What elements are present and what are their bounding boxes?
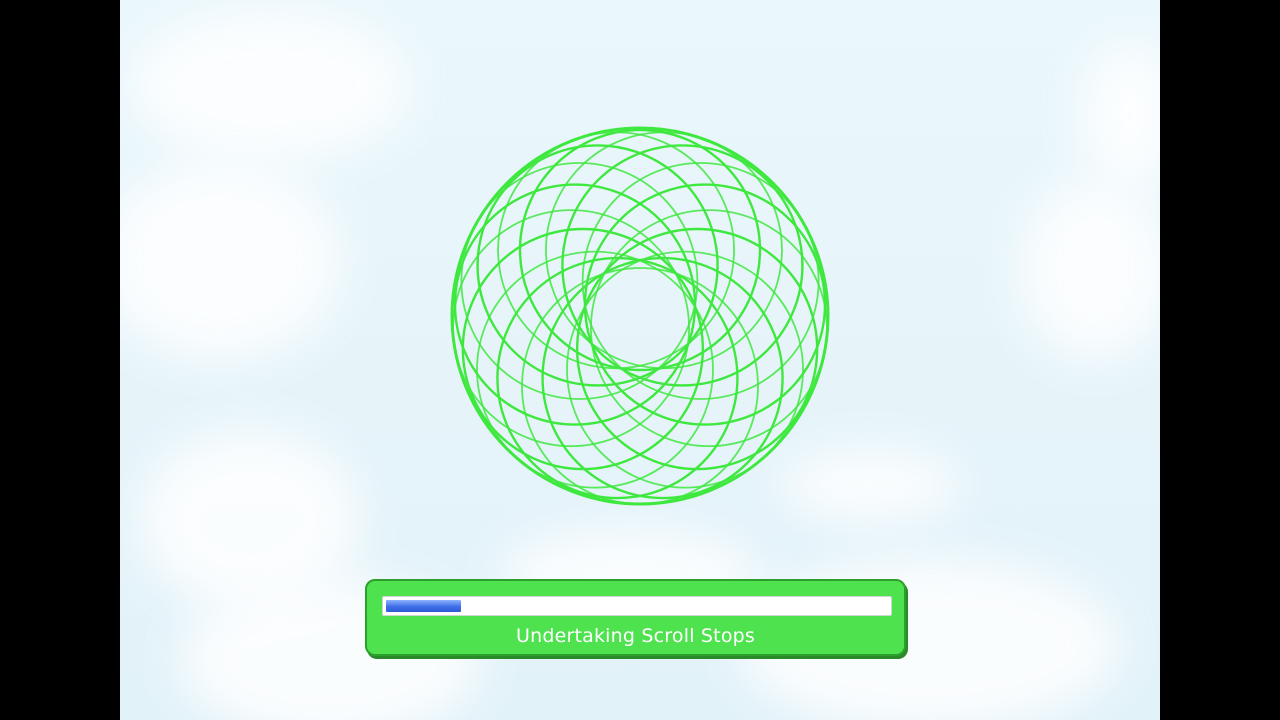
spirograph-loop bbox=[521, 267, 759, 505]
cloud bbox=[130, 10, 410, 160]
spirograph-loop bbox=[452, 209, 690, 448]
cloud bbox=[1020, 180, 1160, 360]
spirograph-graphic bbox=[450, 126, 830, 506]
spirograph-loop bbox=[497, 131, 735, 370]
game-viewport: Undertaking Scroll Stops bbox=[0, 0, 1280, 720]
loading-panel: Undertaking Scroll Stops bbox=[365, 579, 906, 656]
spirograph-loop bbox=[496, 256, 739, 500]
loading-status-text: Undertaking Scroll Stops bbox=[515, 625, 756, 647]
cloud bbox=[1080, 40, 1160, 190]
spirograph-loading-icon bbox=[446, 122, 834, 510]
loading-screen: Undertaking Scroll Stops bbox=[120, 0, 1160, 720]
progress-bar-fill bbox=[386, 600, 461, 612]
spirograph-loop bbox=[590, 209, 828, 448]
spirograph-loop bbox=[541, 256, 784, 500]
cloud bbox=[120, 160, 340, 360]
progress-bar bbox=[382, 596, 892, 616]
spirograph-loop bbox=[545, 131, 783, 370]
